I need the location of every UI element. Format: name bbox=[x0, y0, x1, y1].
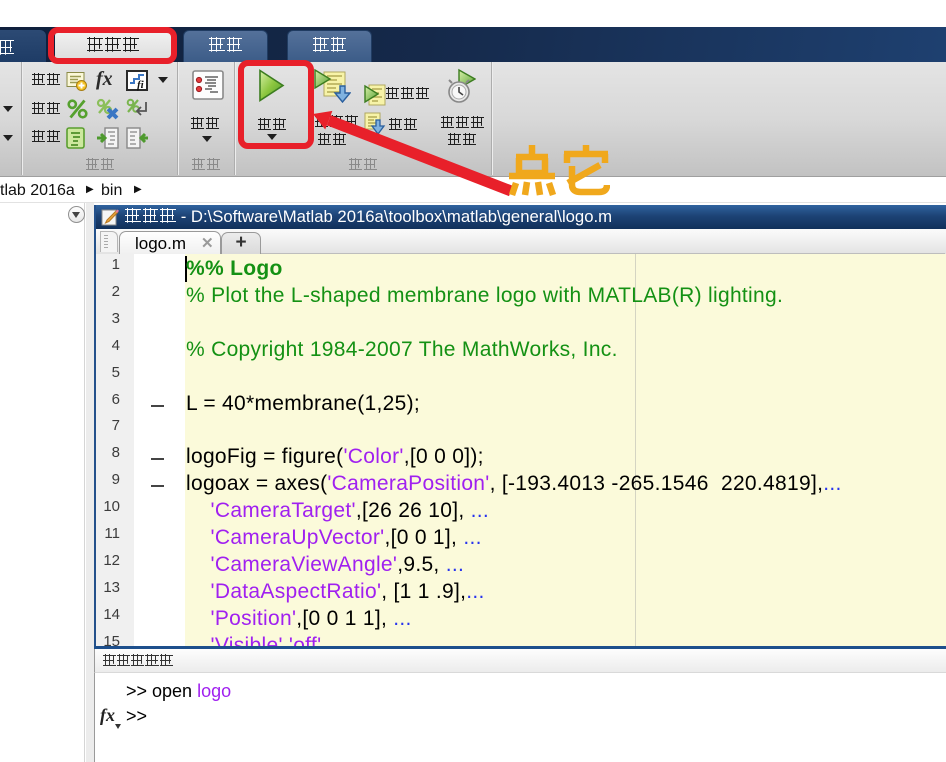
svg-text:fi: fi bbox=[137, 79, 145, 91]
